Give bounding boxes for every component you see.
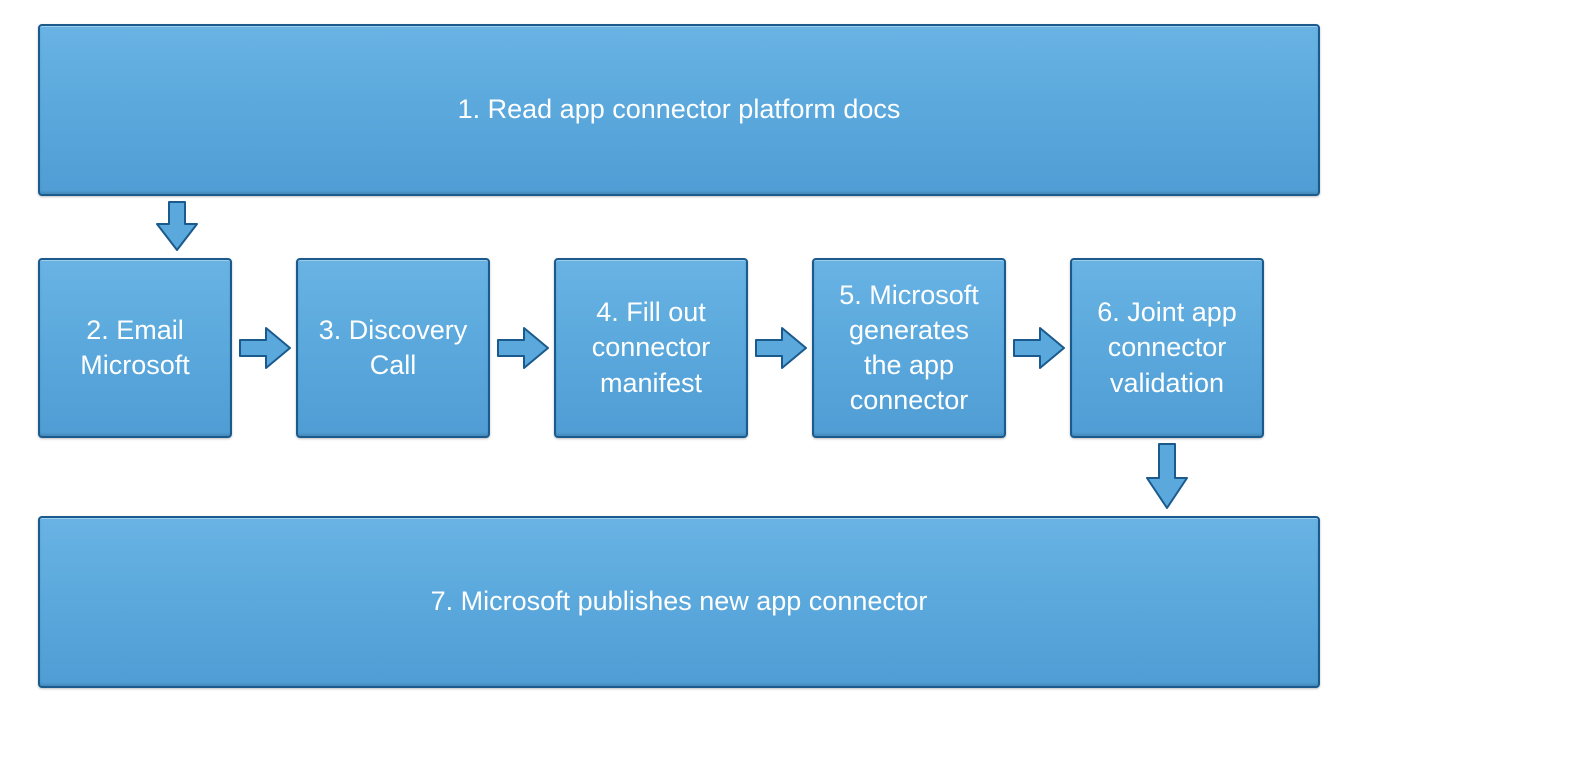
step-2-box: 2. Email Microsoft bbox=[38, 258, 232, 438]
step-1-label: 1. Read app connector platform docs bbox=[458, 92, 901, 127]
step-4-box: 4. Fill out connector manifest bbox=[554, 258, 748, 438]
step-5-label: 5. Microsoft generates the app connector bbox=[832, 278, 986, 418]
step-7-label: 7. Microsoft publishes new app connector bbox=[431, 584, 928, 619]
step-6-label: 6. Joint app connector validation bbox=[1090, 295, 1244, 400]
arrow-right-icon bbox=[1012, 326, 1066, 370]
step-2-label: 2. Email Microsoft bbox=[58, 313, 212, 383]
step-4-label: 4. Fill out connector manifest bbox=[574, 295, 728, 400]
step-1-box: 1. Read app connector platform docs bbox=[38, 24, 1320, 196]
arrow-right-icon bbox=[754, 326, 808, 370]
arrow-down-icon bbox=[155, 200, 199, 254]
step-3-box: 3. Discovery Call bbox=[296, 258, 490, 438]
step-3-label: 3. Discovery Call bbox=[316, 313, 470, 383]
arrow-down-icon bbox=[1145, 442, 1189, 512]
step-6-box: 6. Joint app connector validation bbox=[1070, 258, 1264, 438]
step-7-box: 7. Microsoft publishes new app connector bbox=[38, 516, 1320, 688]
step-5-box: 5. Microsoft generates the app connector bbox=[812, 258, 1006, 438]
arrow-right-icon bbox=[238, 326, 292, 370]
arrow-right-icon bbox=[496, 326, 550, 370]
